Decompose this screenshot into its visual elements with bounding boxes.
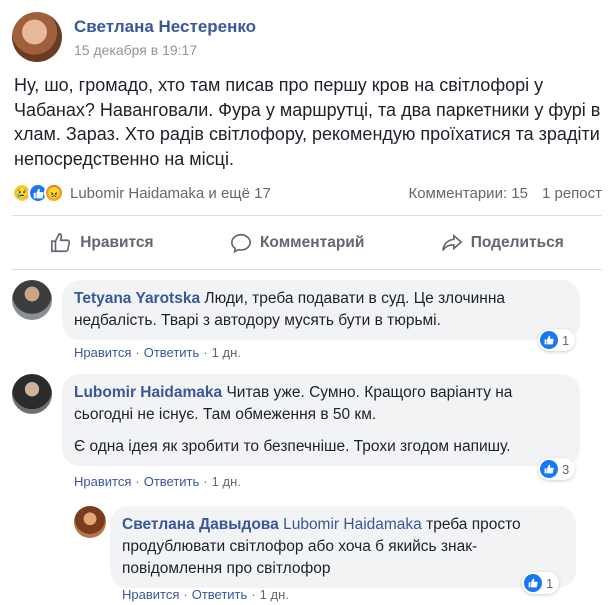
comment-reactions[interactable]: 1 xyxy=(538,329,576,351)
thumbs-up-icon xyxy=(51,233,71,253)
post-stats: Комментарии: 15 1 репост xyxy=(408,185,602,202)
comment-reply-link[interactable]: Ответить xyxy=(144,474,200,489)
share-icon xyxy=(441,233,463,251)
comment-bubble: Tetyana Yarotska Люди, треба подавати в … xyxy=(62,280,580,340)
like-button[interactable]: Нравится xyxy=(50,232,154,254)
comment-reactions[interactable]: 1 xyxy=(522,572,560,594)
divider xyxy=(12,215,602,216)
comment-author[interactable]: Tetyana Yarotska xyxy=(74,290,200,307)
reactions-summary: 😢 😠 Lubomir Haidamaka и ещё 17 Комментар… xyxy=(12,180,602,206)
comment-footer: Нравится · Ответить · 1 дн. xyxy=(74,474,241,489)
comment-mention[interactable]: Lubomir Haidamaka xyxy=(283,516,422,533)
comment-like-count: 1 xyxy=(546,575,554,591)
comment-author[interactable]: Lubomir Haidamaka xyxy=(74,384,222,401)
comment: Lubomir Haidamaka Читав уже. Сумно. Кращ… xyxy=(12,374,580,466)
comment-bubble: Lubomir Haidamaka Читав уже. Сумно. Кращ… xyxy=(62,374,580,466)
comment-like-count: 1 xyxy=(562,332,570,348)
comment-reply: Светлана Давыдова Lubomir Haidamaka треб… xyxy=(74,506,576,588)
comment-text-paragraph: Є одна ідея як зробити то безпечніше. Тр… xyxy=(74,438,511,455)
comment-like-link[interactable]: Нравится xyxy=(74,345,131,360)
share-label: Поделиться xyxy=(470,234,564,251)
like-icon xyxy=(540,460,558,478)
commenter-avatar[interactable] xyxy=(12,280,52,320)
comment-time[interactable]: 1 дн. xyxy=(212,345,241,360)
post-actions: Нравится Комментарий Поделиться xyxy=(12,224,602,262)
shares-count[interactable]: 1 репост xyxy=(542,185,602,202)
comment-icon xyxy=(230,233,251,254)
like-icon xyxy=(524,574,542,592)
comment-footer: Нравится · Ответить · 1 дн. xyxy=(122,587,289,602)
comment-bubble: Светлана Давыдова Lubomir Haidamaka треб… xyxy=(110,506,576,588)
like-label: Нравится xyxy=(80,234,154,251)
reaction-icons[interactable]: 😢 😠 xyxy=(12,183,64,203)
post-author[interactable]: Светлана Нестеренко xyxy=(74,16,256,38)
comment-reactions[interactable]: 3 xyxy=(538,458,576,480)
comment: Tetyana Yarotska Люди, треба подавати в … xyxy=(12,280,580,340)
comment-time[interactable]: 1 дн. xyxy=(212,474,241,489)
post-meta: Светлана Нестеренко 15 декабря в 19:17 xyxy=(74,16,256,58)
comment-footer: Нравится · Ответить · 1 дн. xyxy=(74,345,241,360)
comment-like-link[interactable]: Нравится xyxy=(122,587,179,602)
comments-count[interactable]: Комментарии: 15 xyxy=(408,185,528,202)
reaction-names[interactable]: Lubomir Haidamaka и ещё 17 xyxy=(70,185,271,202)
comment-author[interactable]: Светлана Давыдова xyxy=(122,516,279,533)
divider xyxy=(12,269,602,270)
post-date[interactable]: 15 декабря в 19:17 xyxy=(74,42,256,58)
commenter-avatar[interactable] xyxy=(12,374,52,414)
comment-like-link[interactable]: Нравится xyxy=(74,474,131,489)
comment-time[interactable]: 1 дн. xyxy=(260,587,289,602)
comment-button[interactable]: Комментарий xyxy=(230,232,364,254)
like-icon xyxy=(540,331,558,349)
post-header: Светлана Нестеренко 15 декабря в 19:17 xyxy=(12,12,256,62)
author-avatar[interactable] xyxy=(12,12,62,62)
share-button[interactable]: Поделиться xyxy=(441,232,564,254)
angry-icon: 😠 xyxy=(44,183,64,203)
comment-label: Комментарий xyxy=(259,234,365,251)
comment-reply-link[interactable]: Ответить xyxy=(192,587,248,602)
comment-like-count: 3 xyxy=(562,461,570,477)
post-text: Ну, шо, громадо, хто там писав про першу… xyxy=(14,75,601,169)
comment-reply-link[interactable]: Ответить xyxy=(144,345,200,360)
commenter-avatar[interactable] xyxy=(74,506,106,538)
